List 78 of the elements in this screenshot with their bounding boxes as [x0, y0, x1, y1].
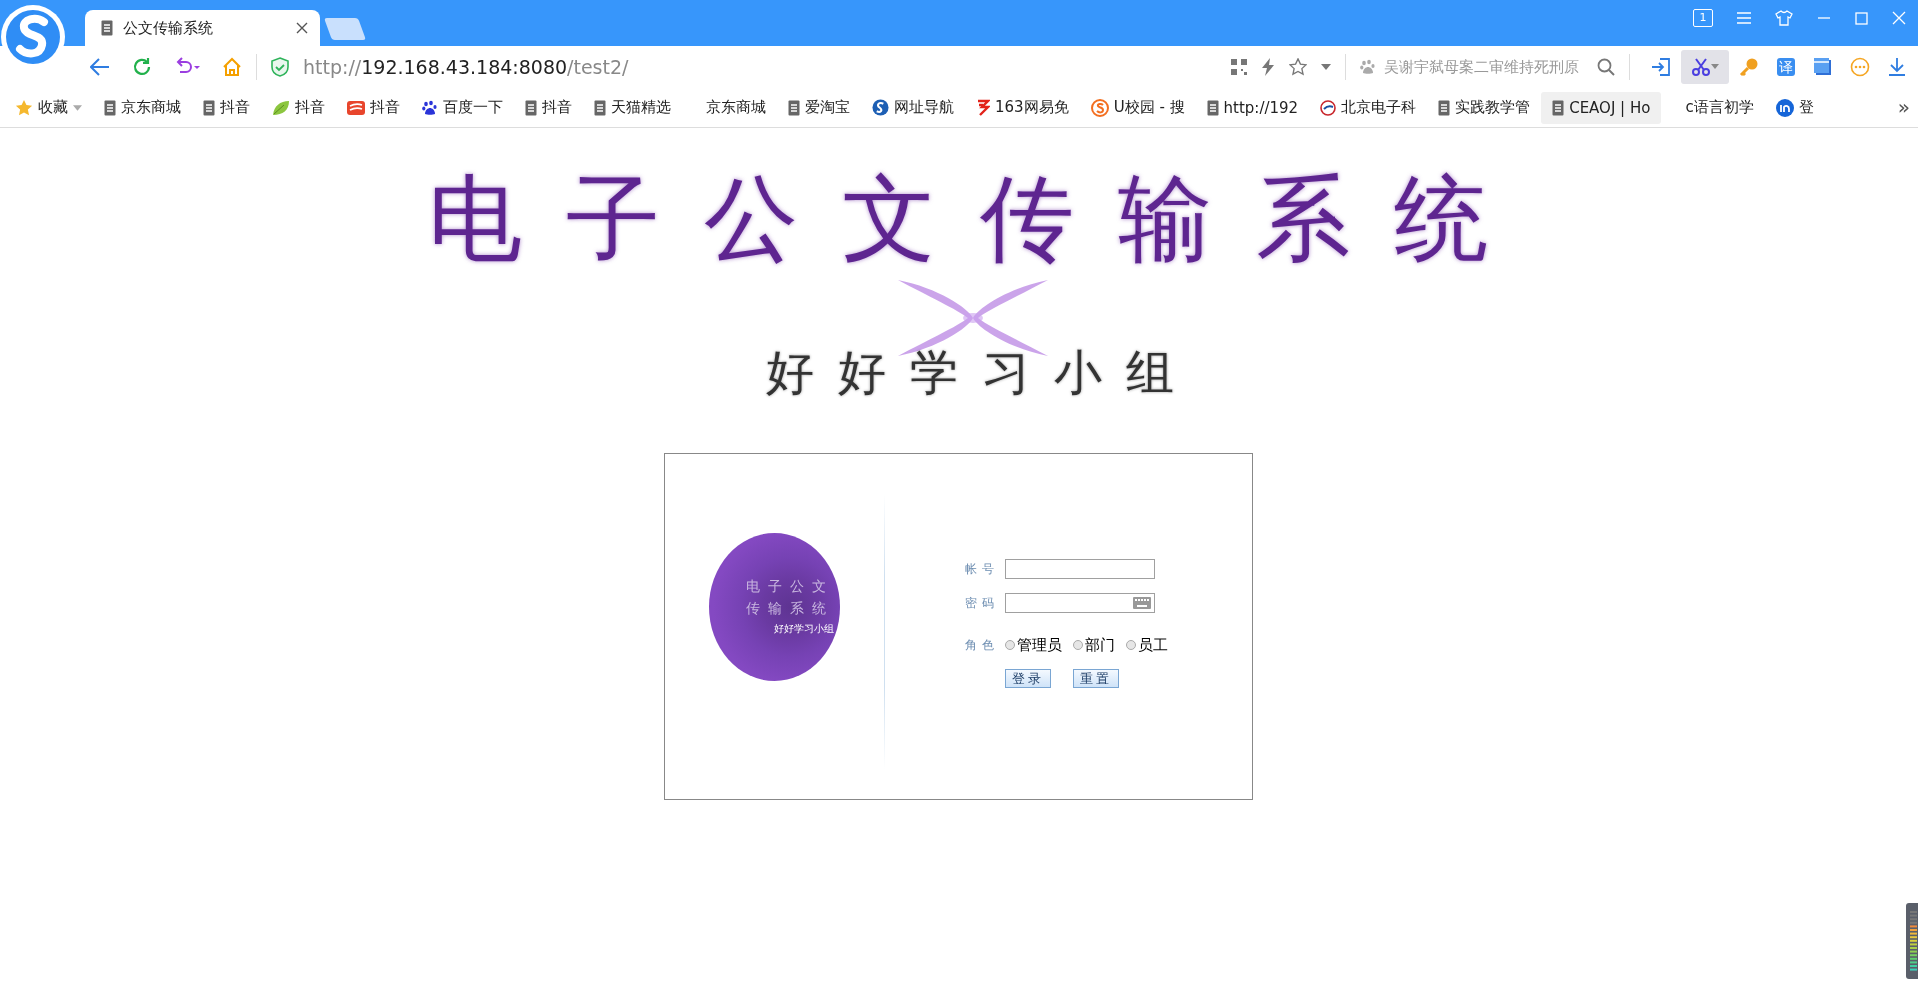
back-icon[interactable] — [90, 58, 110, 76]
ring-icon — [1320, 99, 1337, 116]
bookmark-item[interactable]: 天猫精选 — [583, 91, 682, 124]
form-button[interactable]: 重置 — [1073, 669, 1119, 688]
new-tab-button[interactable] — [324, 18, 366, 40]
bookmark-item[interactable]: 抖音 — [336, 91, 411, 124]
menu-icon[interactable] — [1737, 12, 1751, 24]
swirl-icon — [872, 99, 889, 116]
form-button[interactable]: 登录 — [1005, 669, 1051, 688]
role-radio[interactable]: 部门 — [1073, 635, 1115, 655]
reload-icon[interactable] — [132, 57, 152, 77]
bookmark-item[interactable]: 京东商城 — [682, 91, 777, 124]
page-title: 电子公文传输系统 — [428, 163, 1532, 275]
bookmark-item[interactable]: 抖音 — [514, 91, 583, 124]
system-logo: 电子公文 传输系统 好好学习小组 — [709, 532, 840, 681]
sign-in-icon — [1651, 57, 1671, 77]
bookmark-item[interactable]: 抖音 — [192, 91, 261, 124]
maximize-icon[interactable] — [1855, 11, 1868, 25]
search-icon[interactable] — [1597, 58, 1615, 76]
more-icon — [1850, 57, 1870, 77]
bookmark-item[interactable]: 收藏 — [4, 91, 93, 124]
caret-icon[interactable] — [1321, 64, 1331, 70]
stripes-icon — [347, 99, 365, 116]
field-label: 密码 — [965, 594, 997, 612]
close-icon[interactable] — [296, 22, 308, 34]
more-bookmarks-button[interactable]: » — [1897, 95, 1910, 119]
caret-icon — [1711, 64, 1719, 70]
shield-icon — [271, 57, 289, 77]
leaf-icon — [272, 99, 290, 116]
paw-icon — [1360, 59, 1376, 75]
qr-code-icon[interactable] — [1231, 59, 1247, 75]
download-icon — [1887, 57, 1907, 77]
bookmark-item[interactable]: U校园 - 搜 — [1079, 91, 1196, 124]
page-icon — [203, 99, 215, 116]
bookmark-item[interactable]: 抖音 — [261, 91, 336, 124]
bookmark-item[interactable]: 163网易免 — [965, 91, 1080, 124]
toolbar-button[interactable] — [1681, 50, 1729, 84]
address-bar[interactable]: http://192.168.43.184:8080/test2/ — [303, 56, 629, 78]
shirt-icon[interactable] — [1775, 10, 1793, 26]
bookmark-item[interactable]: 登 — [1764, 91, 1825, 124]
page-icon — [1438, 99, 1451, 116]
bookmark-item[interactable]: 爱淘宝 — [777, 91, 861, 124]
home-icon[interactable] — [222, 57, 242, 77]
bookmark-item[interactable]: 北京电子科 — [1309, 91, 1428, 124]
field-label: 角色 — [965, 636, 997, 654]
page-subtitle: 好好学习小组 — [766, 344, 1198, 402]
page-icon — [104, 99, 116, 116]
page-icon — [1552, 99, 1565, 116]
browser-tab[interactable]: 公文传输系统 — [85, 10, 320, 46]
bookmark-item[interactable]: 京东商城 — [93, 91, 192, 124]
bookmark-item[interactable]: http://192 — [1195, 91, 1310, 124]
account-input[interactable] — [1005, 559, 1155, 579]
lightning-icon[interactable] — [1261, 58, 1275, 76]
bookmark-item[interactable]: 实践教学管 — [1427, 91, 1542, 124]
paw-icon — [422, 99, 438, 116]
role-radio[interactable]: 管理员 — [1005, 635, 1062, 655]
page-icon — [594, 99, 606, 116]
page-icon — [525, 99, 537, 116]
star-outline-icon[interactable] — [1289, 58, 1307, 76]
bookmark-item[interactable]: CEAOJ | Ho — [1541, 91, 1662, 124]
page-icon — [1206, 99, 1219, 116]
password-input[interactable] — [1005, 593, 1155, 613]
window-icon — [1813, 57, 1833, 77]
page-icon — [788, 99, 800, 116]
key-icon — [1739, 57, 1759, 77]
role-radio[interactable]: 员工 — [1126, 635, 1168, 655]
caret-icon — [73, 104, 82, 111]
wing-logo-icon — [976, 99, 990, 116]
scissors-icon — [1691, 57, 1711, 77]
star-icon — [15, 98, 33, 117]
bookmark-item[interactable]: 百度一下 — [411, 91, 514, 124]
page-icon — [101, 20, 113, 36]
field-label: 帐号 — [965, 560, 997, 578]
keyboard-icon[interactable] — [1133, 597, 1151, 609]
bookmark-item[interactable]: 网址导航 — [861, 91, 965, 124]
round-in-icon — [1775, 98, 1794, 117]
bookmark-item[interactable]: c语言初学 — [1661, 91, 1765, 124]
s-circle-icon — [1090, 98, 1109, 117]
